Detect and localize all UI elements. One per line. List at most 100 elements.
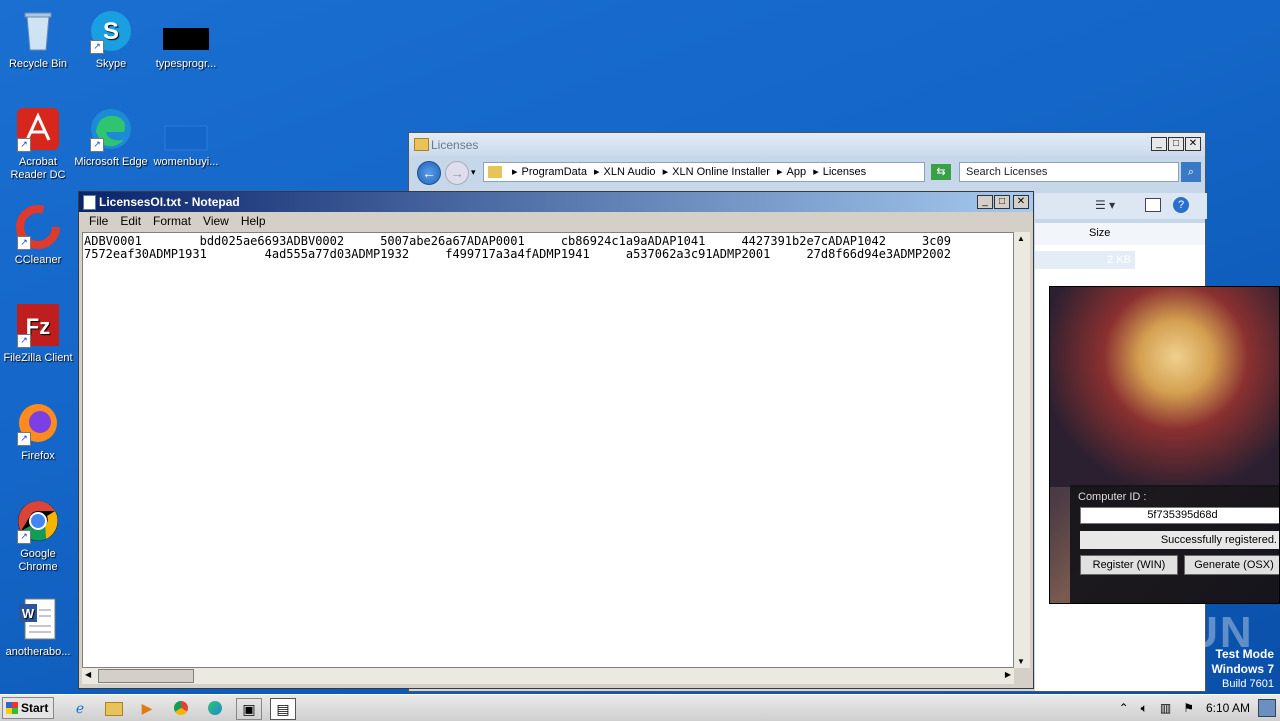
menu-file[interactable]: File [83,212,114,230]
computer-id-field[interactable]: 5f735395d68d [1080,507,1279,524]
desktop-icon-label: Firefox [21,450,55,462]
shortcut-arrow-icon: ↗ [17,334,31,348]
notepad-title-bar[interactable]: LicensesOI.txt - Notepad _ □ ✕ [79,192,1033,212]
breadcrumb-item[interactable]: XLN Online Installer [672,166,770,178]
start-label: Start [21,701,49,715]
show-desktop-button[interactable] [1258,699,1276,717]
desktop-icon-label: CCleaner [14,254,62,266]
scroll-down-icon[interactable]: ▼ [1017,657,1025,666]
desktop-icon-typesprogr[interactable]: typesprogr... [148,8,224,71]
desktop-icon-label: FileZilla Client [3,352,73,364]
file-explorer-icon[interactable] [102,698,126,718]
skype-icon: S ↗ [88,8,134,54]
explorer-title: Licenses [431,138,479,152]
desktop-icon-label: Google Chrome [18,548,58,573]
desktop-icon-label: womenbuyi... [153,156,219,168]
explorer-address-row: ← → ▾ ▸ ProgramData ▸ XLN Audio ▸ XLN Onlin… [409,159,1205,187]
chevron-down-icon[interactable]: ▾ [471,167,476,178]
menu-format[interactable]: Format [147,212,197,230]
desktop-icon-acrobat[interactable]: ↗ Acrobat Reader DC [0,106,76,182]
vertical-scrollbar[interactable]: ▲ ▼ [1014,232,1030,668]
svg-text:W: W [22,606,35,621]
shortcut-arrow-icon: ↗ [17,236,31,250]
notepad-taskbar-icon[interactable]: ▤ [270,698,296,720]
back-icon[interactable]: ← [417,161,441,185]
desktop-icon-womenbuyi[interactable]: womenbuyi... [148,106,224,169]
breadcrumb-item[interactable]: XLN Audio [604,166,656,178]
view-options-icon[interactable]: ☰ ▾ [1095,198,1115,212]
explorer-toolbar: ☰ ▾ ? [1035,193,1207,219]
windows-logo-icon [6,702,18,714]
refresh-icon[interactable]: ⇆ [931,164,951,180]
test-mode-os: Windows 7 [1211,662,1274,676]
horizontal-scroll-thumb[interactable] [98,669,194,683]
minimize-button[interactable]: _ [977,195,993,209]
test-mode-build: Build 7601 [1222,678,1274,690]
notepad-window[interactable]: LicensesOI.txt - Notepad _ □ ✕ File Edit… [78,191,1034,689]
search-input[interactable]: Search Licenses [959,162,1179,182]
chrome-taskbar-icon[interactable] [169,698,193,718]
breadcrumb-item[interactable]: App [787,166,807,178]
table-row[interactable]: 2 KB [1035,251,1135,269]
keygen-taskbar-icon[interactable]: ▣ [236,698,262,720]
folder-icon [414,138,429,151]
shortcut-arrow-icon: ↗ [17,432,31,446]
scroll-right-icon[interactable]: ▶ [1005,670,1011,679]
scroll-up-icon[interactable]: ▲ [1017,234,1025,243]
breadcrumb[interactable]: ▸ ProgramData ▸ XLN Audio ▸ XLN Online Inst… [483,162,925,182]
maximize-button[interactable]: □ [994,195,1010,209]
register-win-button[interactable]: Register (WIN) [1080,555,1178,575]
column-headers: Size [1035,223,1205,246]
preview-pane-icon[interactable] [1145,198,1161,212]
network-icon[interactable]: ▥ [1160,701,1171,715]
desktop-icon-recycle-bin[interactable]: Recycle Bin [0,8,76,71]
column-header-size[interactable]: Size [1089,227,1110,239]
breadcrumb-item[interactable]: Licenses [823,166,866,178]
shortcut-arrow-icon: ↗ [90,138,104,152]
desktop-icon-label: Acrobat Reader DC [10,156,66,181]
show-hidden-icons-icon[interactable]: ⌃ [1119,701,1129,715]
forward-icon[interactable]: → [445,161,469,185]
help-icon[interactable]: ? [1173,197,1189,213]
generate-osx-button[interactable]: Generate (OSX) [1184,555,1279,575]
maximize-button[interactable]: □ [1168,137,1184,151]
close-button[interactable]: ✕ [1185,137,1201,151]
status-field: Successfully registered. [1080,531,1279,549]
breadcrumb-item[interactable]: ProgramData [522,166,587,178]
desktop-icon-label: typesprogr... [155,58,217,70]
desktop-icon-filezilla[interactable]: Fz ↗ FileZilla Client [0,302,76,365]
menu-edit[interactable]: Edit [114,212,147,230]
start-button[interactable]: Start [2,697,54,719]
close-button[interactable]: ✕ [1013,195,1029,209]
desktop-icon-edge[interactable]: ↗ Microsoft Edge [73,106,149,169]
desktop-icon-firefox[interactable]: ↗ Firefox [0,400,76,463]
media-player-icon[interactable]: ▶ [135,698,159,718]
horizontal-scrollbar[interactable]: ◀ ▶ [82,668,1014,684]
desktop-icon-ccleaner[interactable]: ↗ CCleaner [0,204,76,267]
volume-icon[interactable]: 🔈︎ [1141,701,1148,716]
desktop-icon-chrome[interactable]: ↗ Google Chrome [0,498,76,574]
internet-explorer-icon[interactable]: ℯ [68,698,92,718]
keygen-window[interactable]: Computer ID : 5f735395d68d Successfully … [1049,286,1280,604]
explorer-title-bar[interactable]: Licenses _ □ ✕ [409,133,1205,157]
text-editor[interactable]: ADBV0001 bdd025ae6693ADBV0002 5007abe26a… [82,232,1014,668]
search-icon[interactable]: ⌕ [1181,162,1201,182]
clock[interactable]: 6:10 AM [1206,701,1250,715]
filezilla-icon: Fz ↗ [15,302,61,348]
acrobat-icon: ↗ [15,106,61,152]
shortcut-arrow-icon: ↗ [90,40,104,54]
action-center-flag-icon[interactable]: ⚑ [1183,701,1194,715]
word-document-icon: W [15,596,61,642]
keygen-artwork [1050,287,1279,487]
desktop-icon-anotherabo[interactable]: W anotherabo... [0,596,76,659]
shortcut-arrow-icon: ↗ [17,138,31,152]
edge-taskbar-icon[interactable] [203,698,227,718]
menu-view[interactable]: View [197,212,235,230]
scroll-left-icon[interactable]: ◀ [85,670,91,679]
minimize-button[interactable]: _ [1151,137,1167,151]
menu-help[interactable]: Help [235,212,272,230]
chrome-icon: ↗ [15,498,61,544]
notepad-icon [83,195,96,210]
test-mode-notice: Test Mode Windows 7 Build 7601 [1211,647,1274,691]
desktop-icon-skype[interactable]: S ↗ Skype [73,8,149,71]
